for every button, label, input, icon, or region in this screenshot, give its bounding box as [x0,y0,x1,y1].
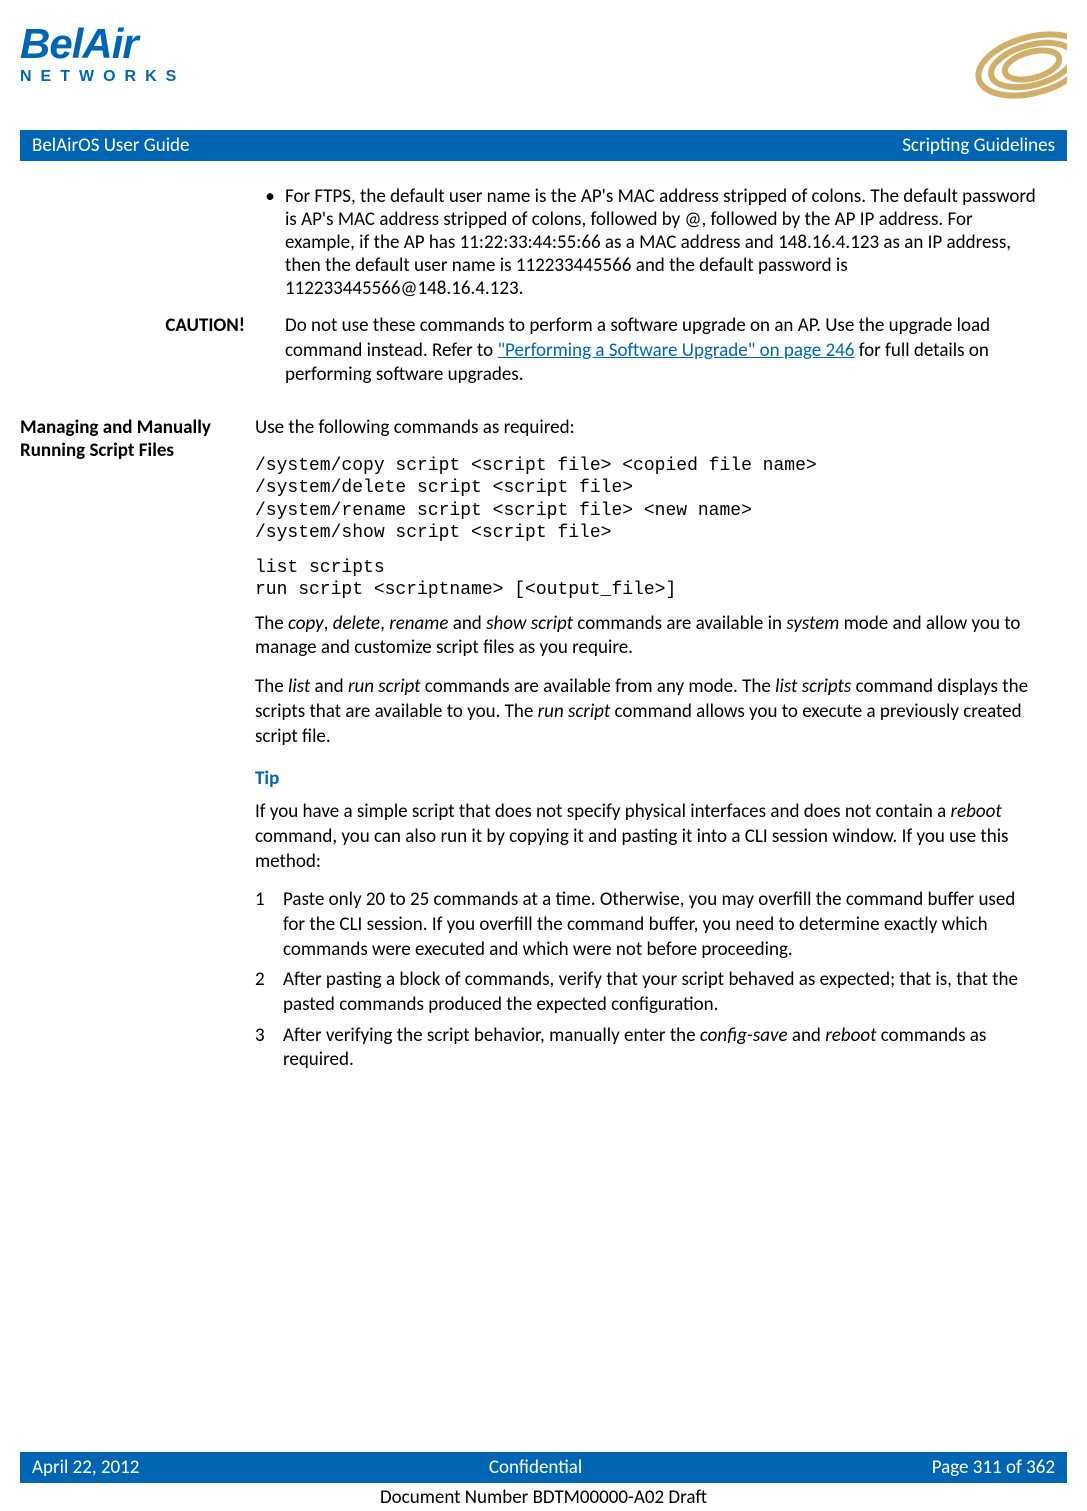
caution-label: CAUTION! [20,314,285,402]
bullet-marker: • [255,185,285,300]
header-logos: BelAir NETWORKS [20,20,1067,130]
bullet-text: For FTPS, the default user name is the A… [285,185,1037,300]
side-spacer [20,185,255,300]
belair-logo: BelAir NETWORKS [20,20,185,86]
list-item: 2 After pasting a block of commands, ver… [255,968,1037,1017]
title-bar: BelAirOS User Guide Scripting Guidelines [20,130,1067,161]
tip-heading: Tip [255,767,1037,790]
tip-intro: If you have a simple script that does no… [255,800,1037,874]
footer-date: April 22, 2012 [32,1456,139,1479]
section-intro: Use the following commands as required: [255,416,1037,441]
footer-confidential: Confidential [489,1456,582,1479]
title-left: BelAirOS User Guide [32,134,190,157]
logo-text-top: BelAir [20,20,185,68]
software-upgrade-link[interactable]: "Performing a Software Upgrade" on page … [497,339,854,362]
code-block-1: /system/copy script <script file> <copie… [255,455,1037,545]
code-block-2: list scripts run script <scriptname> [<o… [255,557,1037,602]
footer-bar: April 22, 2012 Confidential Page 311 of … [20,1452,1067,1483]
logo-text-bottom: NETWORKS [20,68,185,86]
swirl-icon [937,20,1067,110]
para-copy-commands: The copy, delete, rename and show script… [255,612,1037,661]
list-item: 1 Paste only 20 to 25 commands at a time… [255,888,1037,962]
section-heading: Managing and Manually Running Script Fil… [20,416,255,1079]
footer-page: Page 311 of 362 [932,1456,1055,1479]
document-number: Document Number BDTM00000-A02 Draft [0,1486,1087,1509]
para-list-commands: The list and run script commands are ava… [255,675,1037,749]
bullet-item: • For FTPS, the default user name is the… [255,185,1037,300]
title-right: Scripting Guidelines [902,134,1055,157]
numbered-list: 1 Paste only 20 to 25 commands at a time… [255,888,1037,1073]
caution-text: Do not use these commands to perform a s… [285,314,1037,388]
list-item: 3 After verifying the script behavior, m… [255,1024,1037,1073]
